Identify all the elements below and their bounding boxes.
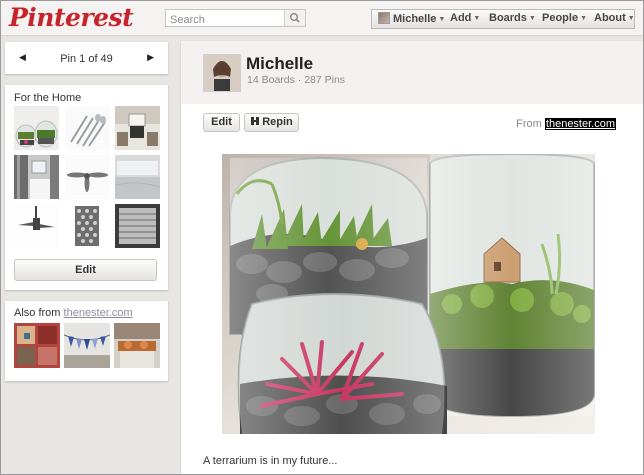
also-from-panel: Also from thenester.com xyxy=(5,301,168,381)
ceiling-fan-thumb-image xyxy=(65,155,110,199)
nav-about-label: About xyxy=(594,12,626,24)
board-thumbnail[interactable] xyxy=(115,204,160,248)
pin-detail: Michelle 14 Boards · 287 Pins Edit Repin… xyxy=(181,41,643,474)
nav-user-label: Michelle xyxy=(393,13,437,25)
page-frame: Pinterest Michelle▼ Add▼ Boards▼ People▼ xyxy=(0,0,644,475)
search-button[interactable] xyxy=(284,10,305,26)
chevron-down-icon: ▼ xyxy=(528,15,536,22)
nav-about-menu[interactable]: About ▼ xyxy=(594,12,635,24)
also-from-prefix: Also from xyxy=(14,307,61,319)
top-header: Pinterest Michelle▼ Add▼ Boards▼ People▼ xyxy=(1,1,643,36)
also-from-title: Also from thenester.com xyxy=(14,307,133,319)
source-link[interactable]: thenester.com xyxy=(544,118,616,130)
search-icon xyxy=(289,13,300,23)
search-box[interactable] xyxy=(165,9,306,28)
top-nav: Michelle ▼ Add ▼ Boards ▼ People ▼ About ▼ xyxy=(371,9,635,29)
avatar[interactable] xyxy=(203,54,241,92)
pager-label: Pin 1 of 49 xyxy=(60,53,113,65)
nav-add-menu[interactable]: Add ▼ xyxy=(450,12,480,24)
pinterest-logo[interactable]: Pinterest xyxy=(9,3,134,32)
living-room-thumb-image xyxy=(115,106,160,150)
chevron-down-icon: ▼ xyxy=(473,15,481,22)
chevron-down-icon: ▼ xyxy=(438,16,446,23)
chevron-down-icon: ▼ xyxy=(580,15,588,22)
pinner-stats: 14 Boards · 287 Pins xyxy=(247,74,346,86)
pushpin-icon xyxy=(251,117,260,125)
board-thumbnail[interactable] xyxy=(14,204,59,248)
also-from-thumbnail[interactable] xyxy=(114,323,160,368)
board-thumbnail[interactable] xyxy=(65,106,110,150)
nav-boards-menu[interactable]: Boards ▼ xyxy=(489,12,536,24)
quilt-thumb-image xyxy=(14,323,60,368)
board-thumbnail[interactable] xyxy=(115,155,160,199)
board-title[interactable]: For the Home xyxy=(14,92,81,104)
also-from-thumbnail[interactable] xyxy=(14,323,60,368)
board-edit-button[interactable]: Edit xyxy=(14,259,157,281)
pinner-name[interactable]: Michelle xyxy=(246,54,313,74)
board-thumbnail[interactable] xyxy=(65,204,110,248)
nav-people-label: People xyxy=(542,12,579,24)
nav-add-label: Add xyxy=(450,12,472,24)
board-thumbnail[interactable] xyxy=(14,155,59,199)
pin-caption: A terrarium is in my future... xyxy=(203,455,338,467)
bedding-thumb-image xyxy=(115,155,160,199)
board-panel: For the Home Edit xyxy=(5,85,168,290)
fan-fixture-thumb-image xyxy=(14,204,59,248)
board-thumbnail[interactable] xyxy=(65,155,110,199)
also-from-source-link[interactable]: thenester.com xyxy=(64,307,133,319)
pin-pager: ◀ Pin 1 of 49 ▶ xyxy=(5,42,168,74)
bunting-thumb-image xyxy=(64,323,110,368)
avatar xyxy=(378,12,390,24)
bathroom-thumb-image xyxy=(14,155,59,199)
pin-image[interactable] xyxy=(222,154,595,434)
profile-photo xyxy=(204,55,240,91)
pinner-profile: Michelle 14 Boards · 287 Pins xyxy=(181,41,643,104)
textile-thumb-image xyxy=(115,204,160,248)
search-input[interactable] xyxy=(166,12,292,28)
also-from-thumbnail[interactable] xyxy=(64,323,110,368)
repin-label: Repin xyxy=(262,116,293,128)
flatware-thumb-image xyxy=(65,106,110,150)
nav-user-menu[interactable]: Michelle ▼ xyxy=(378,12,445,25)
nav-people-menu[interactable]: People ▼ xyxy=(542,12,587,24)
repin-button[interactable]: Repin xyxy=(244,113,299,132)
nav-boards-label: Boards xyxy=(489,12,527,24)
rug-pattern-thumb-image xyxy=(65,204,110,248)
board-thumbnail[interactable] xyxy=(115,106,160,150)
terrarium-thumb-image xyxy=(14,106,59,150)
chevron-down-icon: ▼ xyxy=(627,15,635,22)
dining-thumb-image xyxy=(114,323,160,368)
terrarium-photo xyxy=(222,154,595,434)
pin-source: From thenester.com xyxy=(516,118,616,130)
board-thumbnail[interactable] xyxy=(14,106,59,150)
from-prefix: From xyxy=(516,118,542,130)
pin-edit-button[interactable]: Edit xyxy=(203,113,240,132)
next-pin-icon[interactable]: ▶ xyxy=(147,52,154,63)
